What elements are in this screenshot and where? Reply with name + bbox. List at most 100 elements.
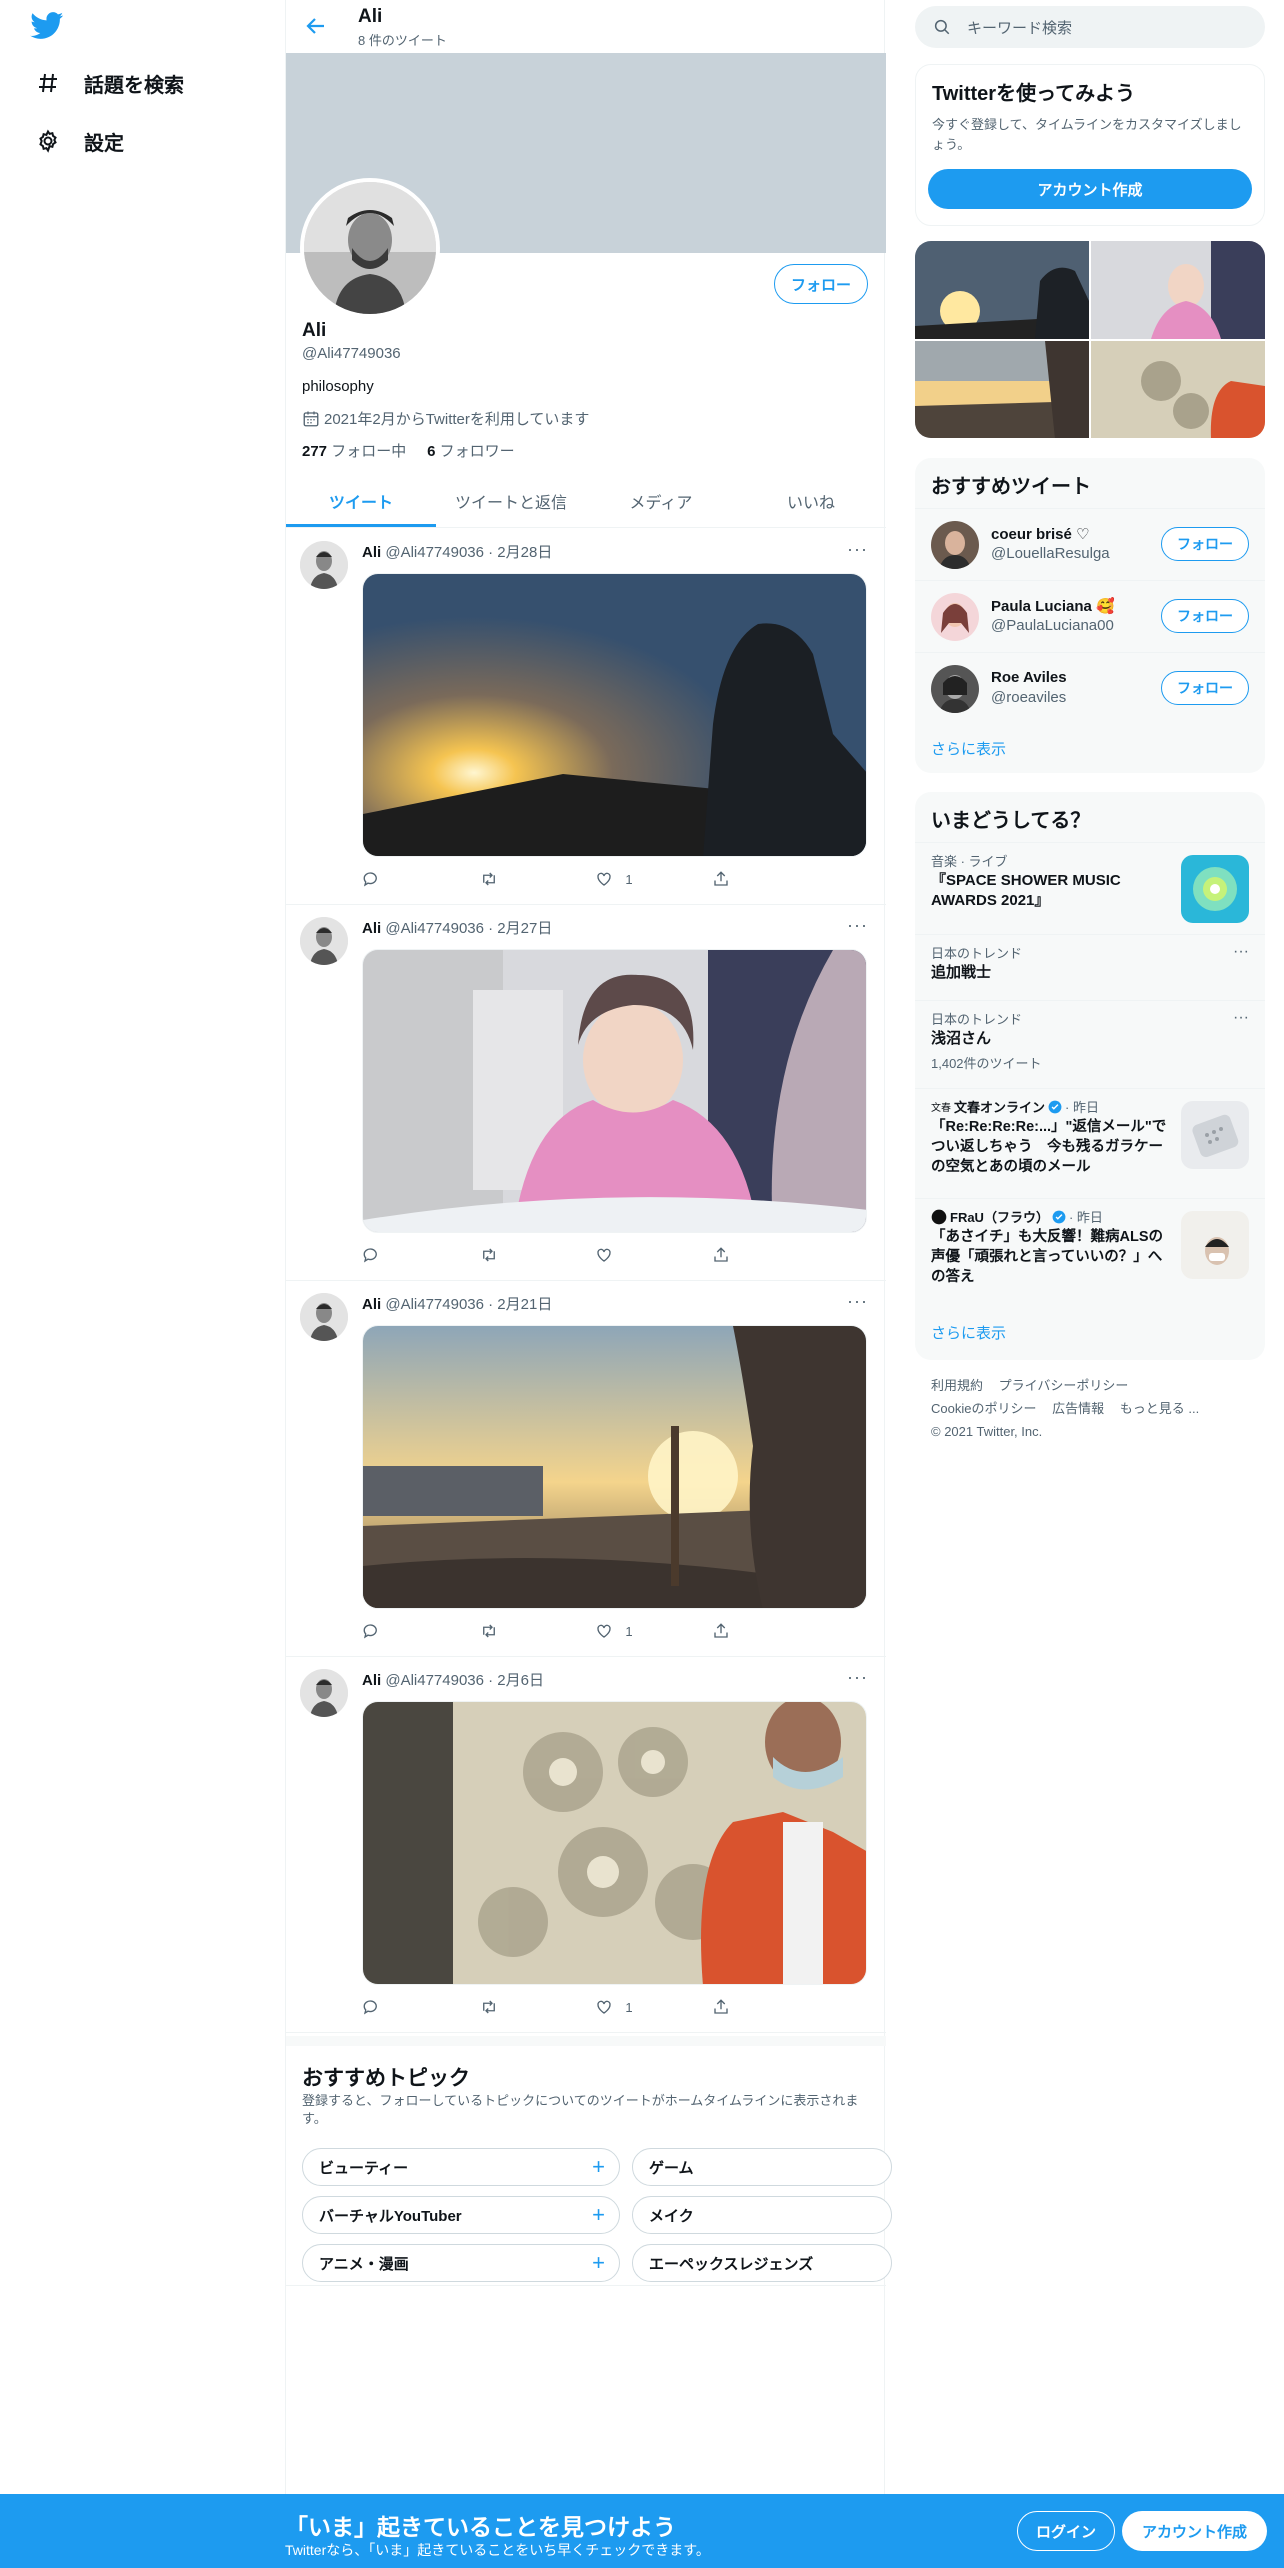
profile-column: Ali 8 件のツイート フォロー Ali @Ali47749036 philo…: [285, 0, 892, 2568]
show-more-link[interactable]: さらに表示: [931, 738, 1006, 759]
follow-button[interactable]: フォロー: [1161, 527, 1249, 561]
reply-icon[interactable]: [362, 1998, 452, 2016]
topic-label: ビューティー: [319, 2159, 409, 2177]
trend-item[interactable]: 音楽 · ライブ 『SPACE SHOWER MUSIC AWARDS 2021…: [915, 842, 1265, 934]
tweet-author[interactable]: Ali: [362, 1672, 381, 1689]
more-icon[interactable]: ···: [847, 1667, 868, 1688]
tab-tweets[interactable]: ツイート: [286, 475, 436, 527]
retweet-icon[interactable]: [479, 1246, 569, 1264]
trend-item[interactable]: 日本のトレンド 浅沼さん 1,402件のツイート ···: [915, 1000, 1265, 1088]
signup-button[interactable]: アカウント作成: [1122, 2511, 1268, 2551]
footer-link-terms[interactable]: 利用規約: [931, 1378, 983, 1393]
trend-item[interactable]: FRaU（フラウ） · 昨日 「あさイチ」も大反響！難病ALSの声優「頑張れと言…: [915, 1198, 1265, 1308]
retweet-icon[interactable]: [479, 1622, 569, 1640]
recommended-user[interactable]: Paula Luciana 🥰 @PaulaLuciana00 フォロー: [915, 580, 1265, 652]
follow-button[interactable]: フォロー: [773, 264, 868, 304]
trend-meta: 音楽 · ライブ: [931, 854, 1008, 869]
plus-icon[interactable]: +: [592, 2250, 605, 2276]
followers-link[interactable]: 6 フォロワー: [427, 443, 515, 460]
nav-explore[interactable]: 話題を検索: [34, 63, 184, 103]
tweet-author[interactable]: Ali: [362, 920, 381, 937]
footer-link-more[interactable]: もっと見る ...: [1120, 1401, 1199, 1416]
avatar[interactable]: [931, 593, 979, 641]
topic-chip[interactable]: ゲーム: [632, 2148, 892, 2186]
retweet-icon[interactable]: [479, 870, 569, 888]
avatar[interactable]: [931, 521, 979, 569]
tweet-actions: [362, 1243, 802, 1267]
tweet-image[interactable]: [362, 1701, 867, 1985]
share-icon[interactable]: [712, 1622, 802, 1640]
twitter-logo-icon[interactable]: [30, 12, 64, 40]
source-time: · 昨日: [1065, 1100, 1099, 1115]
gallery-image[interactable]: [915, 340, 1089, 438]
gallery-image[interactable]: [1091, 241, 1265, 339]
more-icon[interactable]: ···: [847, 539, 868, 560]
like-button[interactable]: [595, 1246, 685, 1264]
create-account-button[interactable]: アカウント作成: [928, 169, 1252, 209]
tweet-image[interactable]: [362, 1325, 867, 1609]
tweet-image[interactable]: [362, 949, 867, 1233]
share-icon[interactable]: [712, 870, 802, 888]
nav-settings[interactable]: 設定: [34, 121, 124, 161]
profile-avatar[interactable]: [300, 178, 440, 318]
like-button[interactable]: 1: [595, 870, 685, 888]
trend-item[interactable]: 文春 文春オンライン · 昨日 「Re:Re:Re:Re:...」"返信メール"…: [915, 1088, 1265, 1198]
show-more-link[interactable]: さらに表示: [931, 1322, 1006, 1343]
topic-chip[interactable]: メイク: [632, 2196, 892, 2234]
tweet-meta: @Ali47749036 · 2月21日: [385, 1296, 553, 1313]
footer-link-ads[interactable]: 広告情報: [1052, 1401, 1104, 1416]
tab-media[interactable]: メディア: [586, 475, 736, 527]
tweet-avatar[interactable]: [300, 917, 348, 965]
back-arrow-icon[interactable]: [304, 14, 328, 38]
more-icon[interactable]: ···: [847, 915, 868, 936]
reply-icon[interactable]: [362, 870, 452, 888]
tweet[interactable]: Ali @Ali47749036 · 2月21日 ··· 1: [286, 1281, 886, 1657]
topic-chip[interactable]: アニメ・漫画 +: [302, 2244, 620, 2282]
recommended-user[interactable]: coeur brisé ♡ @LouellaResulga フォロー: [915, 508, 1265, 580]
following-link[interactable]: 277 フォロー中: [302, 443, 406, 460]
share-icon[interactable]: [712, 1246, 802, 1264]
tweet-avatar[interactable]: [300, 541, 348, 589]
footer-link-cookie[interactable]: Cookieのポリシー: [931, 1401, 1036, 1416]
more-icon[interactable]: ···: [847, 1291, 868, 1312]
left-navigation: 話題を検索 設定: [0, 0, 285, 2568]
plus-icon[interactable]: +: [592, 2154, 605, 2180]
tab-tweets-and-replies[interactable]: ツイートと返信: [436, 475, 586, 527]
share-icon[interactable]: [712, 1998, 802, 2016]
recommended-user[interactable]: Roe Aviles @roeaviles フォロー: [915, 652, 1265, 724]
tweet-avatar[interactable]: [300, 1669, 348, 1717]
heart-icon: [597, 1248, 611, 1262]
reply-icon[interactable]: [362, 1246, 452, 1264]
login-button[interactable]: ログイン: [1017, 2511, 1116, 2551]
footer-link-privacy[interactable]: プライバシーポリシー: [999, 1378, 1129, 1393]
tweet[interactable]: Ali @Ali47749036 · 2月28日 ··· 1: [286, 529, 886, 905]
topic-chip[interactable]: ビューティー +: [302, 2148, 620, 2186]
tweet[interactable]: Ali @Ali47749036 · 2月27日 ···: [286, 905, 886, 1281]
like-button[interactable]: 1: [595, 1622, 685, 1640]
topic-label: エーペックスレジェンズ: [649, 2255, 814, 2273]
trend-source: FRaU（フラウ） · 昨日: [931, 1207, 1103, 1226]
more-icon[interactable]: ···: [1233, 943, 1249, 961]
follow-button[interactable]: フォロー: [1161, 671, 1249, 705]
tweet[interactable]: Ali @Ali47749036 · 2月6日 ··· 1: [286, 1657, 886, 2033]
topic-chip[interactable]: エーペックスレジェンズ: [632, 2244, 892, 2282]
reply-icon[interactable]: [362, 1622, 452, 1640]
gallery-image[interactable]: [915, 241, 1089, 339]
search-input[interactable]: キーワード検索: [915, 6, 1265, 48]
retweet-icon[interactable]: [479, 1998, 569, 2016]
plus-icon[interactable]: +: [592, 2202, 605, 2228]
tweet-header: Ali @Ali47749036 · 2月27日: [362, 917, 552, 938]
tab-likes[interactable]: いいね: [736, 475, 886, 527]
gallery-image[interactable]: [1091, 340, 1265, 438]
profile-bio: philosophy: [302, 378, 374, 395]
trend-item[interactable]: 日本のトレンド 追加戦士 ···: [915, 934, 1265, 1000]
more-icon[interactable]: ···: [1233, 1009, 1249, 1027]
tweet-image[interactable]: [362, 573, 867, 857]
topic-chip[interactable]: バーチャルYouTuber +: [302, 2196, 620, 2234]
like-button[interactable]: 1: [595, 1998, 685, 2016]
tweet-author[interactable]: Ali: [362, 1296, 381, 1313]
tweet-avatar[interactable]: [300, 1293, 348, 1341]
avatar[interactable]: [931, 665, 979, 713]
tweet-author[interactable]: Ali: [362, 544, 381, 561]
follow-button[interactable]: フォロー: [1161, 599, 1249, 633]
